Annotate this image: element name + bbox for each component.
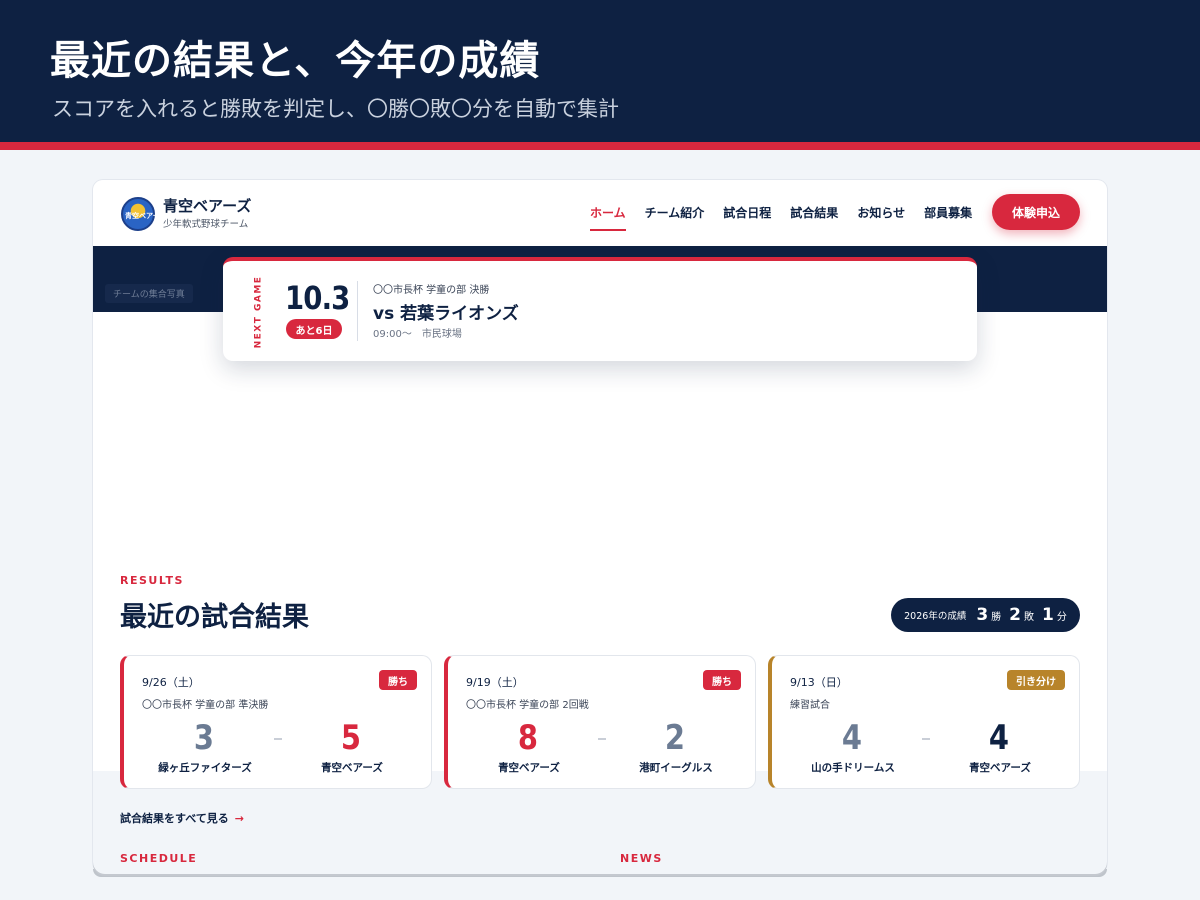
game-competition: 練習試合 <box>790 700 830 711</box>
result-cards: 9/26（土） 〇〇市長杯 学童の部 準決勝 勝ち 3 5 緑ヶ丘ファイターズ … <box>120 655 1080 789</box>
next-game-competition: 〇〇市長杯 学童の部 決勝 <box>373 285 490 296</box>
result-card[interactable]: 9/13（日） 練習試合 引き分け 4 4 山の手ドリームス 青空ベアーズ <box>768 655 1080 789</box>
next-game-label: NEXT GAME <box>253 275 264 349</box>
home-score: 8 <box>517 718 539 758</box>
season-record-badge: 2026年の成績 3 勝 2 敗 1 分 <box>891 598 1080 632</box>
nav-news[interactable]: お知らせ <box>857 204 905 231</box>
banner-subtitle: スコアを入れると勝敗を判定し、〇勝〇敗〇分を自動で集計 <box>52 97 619 121</box>
away-score: 5 <box>340 718 362 758</box>
nav-results[interactable]: 試合結果 <box>790 204 838 231</box>
away-team: 青空ベアーズ <box>321 762 383 774</box>
banner-title: 最近の結果と、今年の成績 <box>50 38 541 84</box>
result-card[interactable]: 9/19（土） 〇〇市長杯 学童の部 2回戦 勝ち 8 2 青空ベアーズ 港町イ… <box>444 655 756 789</box>
hero-photo-label: チームの集合写真 <box>105 284 193 303</box>
result-badge-win: 勝ち <box>703 670 741 690</box>
game-date: 9/26（土） <box>142 676 200 689</box>
next-game-date: 10.3 <box>285 279 350 317</box>
away-team: 港町イーグルス <box>639 762 713 774</box>
next-game-opponent: vs 若葉ライオンズ <box>373 304 519 324</box>
home-score: 3 <box>193 718 215 758</box>
home-team: 青空ベアーズ <box>498 762 560 774</box>
away-team: 青空ベアーズ <box>969 762 1031 774</box>
game-date: 9/13（日） <box>790 676 848 689</box>
record-draws-unit: 分 <box>1056 611 1067 623</box>
logo-text: 青空ベアーズ <box>125 212 167 220</box>
nav-recruit[interactable]: 部員募集 <box>924 204 972 231</box>
bear-logo-icon[interactable]: 青空ベアーズ <box>121 197 166 231</box>
results-title: 最近の試合結果 <box>120 602 309 633</box>
record-losses-unit: 敗 <box>1024 611 1035 623</box>
arrow-right-icon: → <box>234 812 245 825</box>
score-separator <box>922 738 930 740</box>
next-game-card[interactable]: NEXT GAME 10.3 あと6日 〇〇市長杯 学童の部 決勝 vs 若葉ラ… <box>223 257 977 361</box>
brand-tagline: 少年軟式野球チーム <box>163 219 249 230</box>
next-game-time-venue: 09:00〜 市民球場 <box>373 329 462 340</box>
game-competition: 〇〇市長杯 学童の部 2回戦 <box>466 700 589 711</box>
site-header: 青空ベアーズ 青空ベアーズ 少年軟式野球チーム ホーム チーム紹介 試合日程 試… <box>93 180 1107 246</box>
record-losses: 2 <box>1009 605 1022 625</box>
tutorial-banner: 最近の結果と、今年の成績 スコアを入れると勝敗を判定し、〇勝〇敗〇分を自動で集計 <box>0 0 1200 142</box>
countdown-badge: あと6日 <box>286 319 342 339</box>
result-badge-win: 勝ち <box>379 670 417 690</box>
nav-schedule[interactable]: 試合日程 <box>723 204 771 231</box>
main-content: RESULTS 最近の試合結果 2026年の成績 3 勝 2 敗 1 分 9/2… <box>93 312 1107 825</box>
home-team: 緑ヶ丘ファイターズ <box>158 762 252 774</box>
trial-signup-button[interactable]: 体験申込 <box>992 194 1080 230</box>
score-separator <box>598 738 606 740</box>
result-badge-draw: 引き分け <box>1007 670 1065 690</box>
news-eyebrow: NEWS <box>620 852 663 865</box>
home-team: 山の手ドリームス <box>811 762 895 774</box>
brand-name[interactable]: 青空ベアーズ <box>163 195 251 216</box>
main-nav: ホーム チーム紹介 試合日程 試合結果 お知らせ 部員募集 <box>590 204 991 231</box>
game-date: 9/19（土） <box>466 676 524 689</box>
nav-home[interactable]: ホーム <box>590 204 626 231</box>
view-all-results-link[interactable]: 試合結果をすべて見る → <box>120 810 244 826</box>
record-label: 2026年の成績 <box>904 611 967 622</box>
record-wins-unit: 勝 <box>991 611 1002 623</box>
score-separator <box>274 738 282 740</box>
results-eyebrow: RESULTS <box>120 574 184 587</box>
game-competition: 〇〇市長杯 学童の部 準決勝 <box>142 700 269 711</box>
away-score: 4 <box>988 718 1010 758</box>
view-all-results-label: 試合結果をすべて見る <box>120 812 229 825</box>
record-wins: 3 <box>976 605 989 625</box>
record-draws: 1 <box>1042 605 1054 625</box>
nav-team[interactable]: チーム紹介 <box>645 204 705 231</box>
banner-accent-stripe <box>0 142 1200 150</box>
result-card[interactable]: 9/26（土） 〇〇市長杯 学童の部 準決勝 勝ち 3 5 緑ヶ丘ファイターズ … <box>120 655 432 789</box>
away-score: 2 <box>664 718 686 758</box>
schedule-eyebrow: SCHEDULE <box>120 852 198 865</box>
home-score: 4 <box>841 718 863 758</box>
divider <box>357 281 358 341</box>
browser-preview: 青空ベアーズ 青空ベアーズ 少年軟式野球チーム ホーム チーム紹介 試合日程 試… <box>93 180 1107 874</box>
